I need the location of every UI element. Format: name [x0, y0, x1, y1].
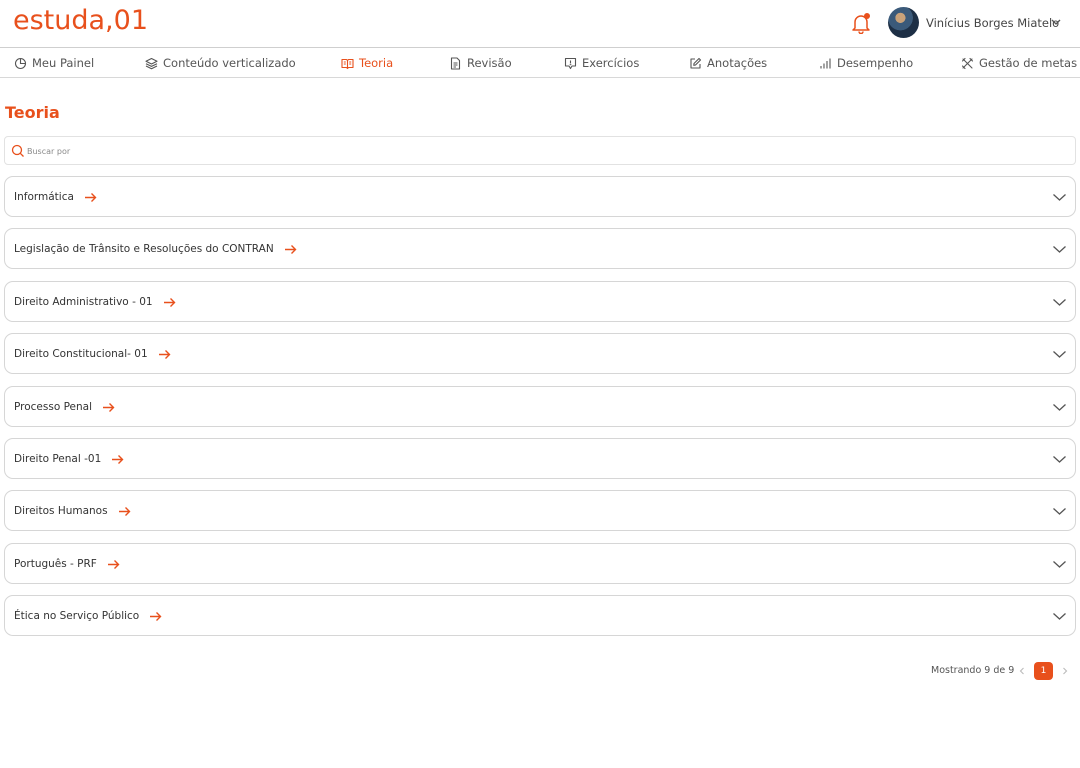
arrow-right-icon[interactable]: [118, 506, 131, 517]
subject-row-portugues-prf[interactable]: Português - PRF: [4, 543, 1076, 584]
subject-label: Direito Penal -01: [14, 453, 102, 465]
edit-icon: [690, 57, 702, 69]
user-name[interactable]: Vinícius Borges Miatelo: [926, 15, 1059, 31]
chevron-down-icon[interactable]: [1052, 347, 1067, 361]
search-bar[interactable]: [4, 136, 1076, 165]
search-input[interactable]: [27, 141, 1027, 161]
nav-item-conteudo-verticalizado[interactable]: Conteúdo verticalizado: [145, 48, 296, 78]
subject-label: Legislação de Trânsito e Resoluções do C…: [14, 243, 274, 255]
nav-item-desempenho[interactable]: Desempenho: [819, 48, 913, 78]
subject-label-wrap: Direito Administrativo - 01: [14, 294, 176, 310]
chevron-down-icon[interactable]: [1052, 400, 1067, 414]
avatar[interactable]: [888, 7, 919, 38]
subject-label-wrap: Direitos Humanos: [14, 503, 131, 519]
tools-icon: [961, 57, 974, 69]
subject-label-wrap: Legislação de Trânsito e Resoluções do C…: [14, 241, 297, 257]
nav-label: Gestão de metas: [979, 56, 1078, 70]
pagination-summary: Mostrando 9 de 9: [931, 665, 1015, 676]
chevron-down-icon[interactable]: [1052, 452, 1067, 466]
subject-row-etica-servico-publico[interactable]: Ética no Serviço Público: [4, 595, 1076, 636]
arrow-right-icon[interactable]: [107, 559, 120, 570]
nav-item-gestao-de-metas[interactable]: Gestão de metas: [961, 48, 1077, 78]
subject-row-direito-administrativo[interactable]: Direito Administrativo - 01: [4, 281, 1076, 322]
main-nav: Meu Painel Conteúdo verticalizado Teoria…: [0, 47, 1080, 78]
subject-row-legislacao-transito[interactable]: Legislação de Trânsito e Resoluções do C…: [4, 228, 1076, 269]
top-header: estuda,01 Vinícius Borges Miatelo: [0, 0, 1080, 48]
subject-label: Informática: [14, 191, 74, 203]
chevron-down-icon[interactable]: [1049, 15, 1063, 29]
subject-label-wrap: Direito Constitucional- 01: [14, 346, 171, 362]
arrow-right-icon[interactable]: [102, 402, 115, 413]
subject-label: Direito Administrativo - 01: [14, 296, 153, 308]
nav-label: Anotações: [707, 56, 768, 70]
nav-item-teoria[interactable]: Teoria: [341, 48, 393, 78]
subject-row-processo-penal[interactable]: Processo Penal: [4, 386, 1076, 427]
nav-item-anotacoes[interactable]: Anotações: [689, 48, 767, 78]
notification-badge: [864, 13, 870, 19]
subject-row-direitos-humanos[interactable]: Direitos Humanos: [4, 490, 1076, 531]
arrow-right-icon[interactable]: [84, 192, 97, 203]
layers-icon: [145, 57, 158, 69]
arrow-right-icon[interactable]: [111, 454, 124, 465]
arrow-right-icon[interactable]: [284, 244, 297, 255]
subject-label: Português - PRF: [14, 558, 97, 570]
chevron-down-icon[interactable]: [1052, 242, 1067, 256]
arrow-right-icon[interactable]: [149, 611, 162, 622]
notifications-button[interactable]: [850, 12, 872, 35]
page-title: Teoria: [5, 103, 60, 122]
subject-label: Direitos Humanos: [14, 505, 108, 517]
chevron-down-icon[interactable]: [1052, 295, 1067, 309]
nav-label: Desempenho: [837, 56, 914, 70]
chevron-left-icon[interactable]: [1016, 665, 1028, 677]
page-button-current[interactable]: 1: [1034, 662, 1053, 680]
chevron-right-icon[interactable]: [1059, 665, 1071, 677]
nav-label: Meu Painel: [32, 56, 95, 70]
subject-row-direito-penal[interactable]: Direito Penal -01: [4, 438, 1076, 479]
chevron-down-icon[interactable]: [1052, 609, 1067, 623]
subject-label: Ética no Serviço Público: [14, 610, 140, 622]
nav-item-meu-painel[interactable]: Meu Painel: [14, 48, 94, 78]
subject-row-direito-constitucional[interactable]: Direito Constitucional- 01: [4, 333, 1076, 374]
nav-label: Conteúdo verticalizado: [163, 56, 296, 70]
nav-item-exercicios[interactable]: Exercícios: [564, 48, 639, 78]
chevron-down-icon[interactable]: [1052, 504, 1067, 518]
subject-label-wrap: Direito Penal -01: [14, 451, 124, 467]
chevron-down-icon[interactable]: [1052, 557, 1067, 571]
subject-label: Processo Penal: [14, 401, 93, 413]
search-icon: [11, 144, 24, 157]
subject-label-wrap: Ética no Serviço Público: [14, 608, 162, 624]
dashboard-icon: [14, 57, 27, 69]
chevron-down-icon[interactable]: [1052, 190, 1067, 204]
arrow-right-icon[interactable]: [163, 297, 176, 308]
nav-label: Exercícios: [582, 56, 640, 70]
nav-label: Revisão: [467, 56, 512, 70]
arrow-right-icon[interactable]: [158, 349, 171, 360]
subject-label-wrap: Processo Penal: [14, 399, 115, 415]
pagination: Mostrando 9 de 9 1: [0, 662, 1080, 680]
nav-label: Teoria: [359, 56, 394, 70]
subject-row-informatica[interactable]: Informática: [4, 176, 1076, 217]
nav-item-revisao[interactable]: Revisão: [449, 48, 512, 78]
bar-chart-icon: [820, 58, 831, 68]
exercise-icon: [564, 57, 577, 69]
subject-label-wrap: Português - PRF: [14, 556, 120, 572]
document-icon: [450, 56, 461, 70]
subject-label-wrap: Informática: [14, 189, 97, 205]
app-logo[interactable]: estuda,01: [13, 4, 148, 38]
book-icon: [341, 58, 354, 69]
subject-label: Direito Constitucional- 01: [14, 348, 148, 360]
